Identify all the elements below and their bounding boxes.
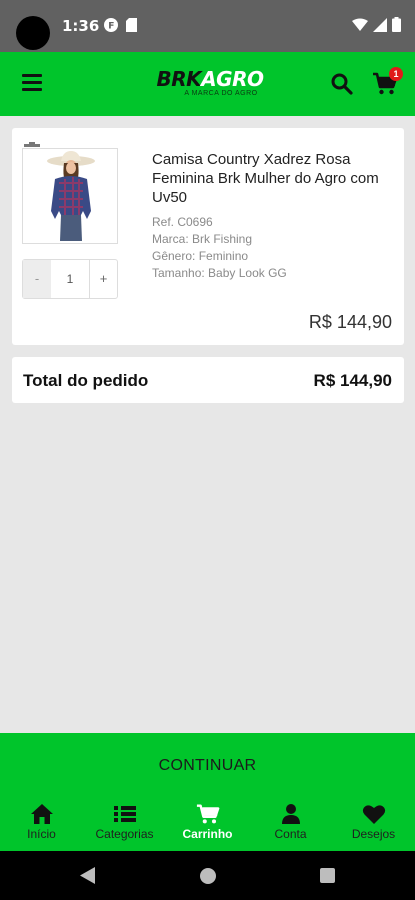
quantity-increase-button[interactable]: + <box>89 260 117 298</box>
status-bar: 1:36 F <box>0 0 415 52</box>
quantity-decrease-button[interactable]: - <box>23 260 51 298</box>
product-size: Tamanho: Baby Look GG <box>152 266 287 280</box>
menu-button[interactable] <box>22 74 42 92</box>
sd-card-icon <box>126 18 137 32</box>
heart-icon <box>362 805 385 824</box>
cart-count-badge: 1 <box>389 67 403 81</box>
quantity-stepper: - 1 + <box>22 259 118 299</box>
camera-cutout <box>16 16 50 50</box>
wifi-icon <box>352 18 368 31</box>
product-brand: Marca: Brk Fishing <box>152 232 253 246</box>
logo-brk: BRK <box>156 67 202 91</box>
logo-agro: AGRO <box>201 67 264 91</box>
back-icon[interactable] <box>80 867 96 884</box>
nav-item-categorias[interactable]: Categorias <box>83 799 166 851</box>
bottom-nav: Início Categorias Carrinho Conta Desejos <box>0 799 415 851</box>
nav-item-conta[interactable]: Conta <box>249 799 332 851</box>
order-total-label: Total do pedido <box>23 371 149 390</box>
nav-label-inicio: Início <box>27 827 56 841</box>
quantity-value[interactable]: 1 <box>51 260 89 298</box>
nav-item-inicio[interactable]: Início <box>0 799 83 851</box>
nav-label-categorias: Categorias <box>95 827 154 841</box>
nav-label-desejos: Desejos <box>351 827 396 841</box>
product-image[interactable] <box>22 148 118 244</box>
product-price: R$ 144,90 <box>308 312 392 332</box>
user-icon <box>281 804 300 824</box>
continue-button[interactable]: CONTINUAR <box>0 733 415 797</box>
notification-app-icon: F <box>104 18 118 32</box>
order-total: Total do pedido R$ 144,90 <box>12 357 404 403</box>
search-icon[interactable] <box>330 72 354 96</box>
hamburger-icon-bar <box>22 81 42 84</box>
nav-label-conta: Conta <box>274 827 307 841</box>
hamburger-icon-bar <box>22 88 42 91</box>
hamburger-icon-bar <box>22 74 42 77</box>
product-photo <box>23 149 117 243</box>
logo-tagline: A MARCA DO AGRO <box>184 90 258 97</box>
signal-icon <box>373 17 387 32</box>
home-icon <box>30 804 53 824</box>
list-icon <box>113 806 136 822</box>
cart-icon <box>196 804 219 824</box>
recents-square-icon[interactable] <box>320 868 335 883</box>
product-name[interactable]: Camisa Country Xadrez Rosa Feminina Brk … <box>152 150 392 207</box>
bottom-action-area: CONTINUAR Início Categorias Carrinho Con… <box>0 733 415 851</box>
product-details: Ref. C0696 Marca: Brk Fishing Gênero: Fe… <box>152 214 392 282</box>
product-ref: Ref. C0696 <box>152 215 213 229</box>
nav-item-carrinho[interactable]: Carrinho <box>166 799 249 851</box>
cart-item-card: Camisa Country Xadrez Rosa Feminina Brk … <box>12 128 404 345</box>
system-nav-bar <box>0 851 415 900</box>
nav-label-carrinho: Carrinho <box>182 827 233 841</box>
logo-wordmark: BRKAGRO <box>148 68 272 90</box>
brand-logo[interactable]: BRKAGRO A MARCA DO AGRO <box>148 68 272 102</box>
nav-item-desejos[interactable]: Desejos <box>332 799 415 851</box>
product-gender: Gênero: Feminino <box>152 249 249 263</box>
order-total-value: R$ 144,90 <box>313 371 392 390</box>
home-circle-icon[interactable] <box>200 868 216 884</box>
svg-text:F: F <box>108 22 114 32</box>
status-time: 1:36 <box>62 17 100 35</box>
battery-icon <box>392 17 401 32</box>
